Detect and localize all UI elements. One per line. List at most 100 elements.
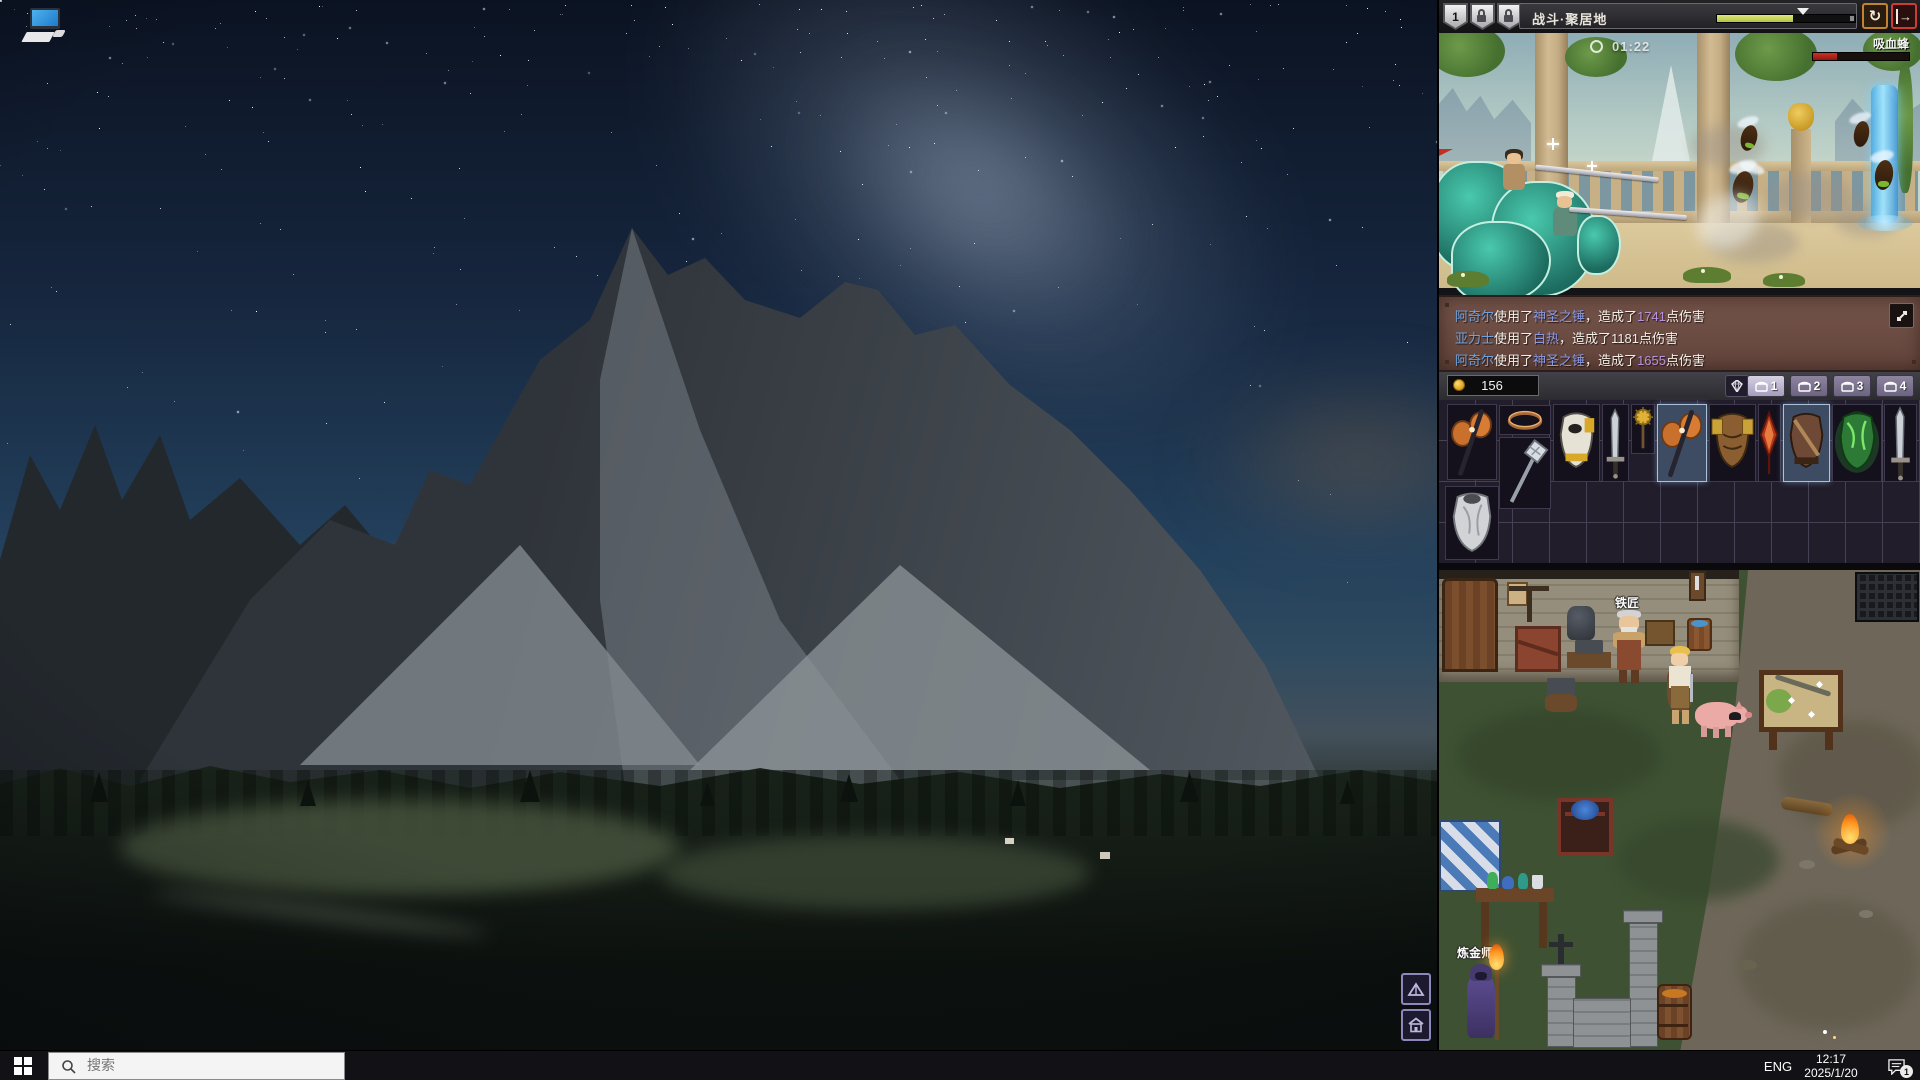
clock-icon: [1590, 40, 1603, 53]
blacksmith-npc[interactable]: [1611, 610, 1647, 684]
potion-bottle-blue: [1502, 876, 1514, 889]
start-button[interactable]: [0, 1051, 46, 1080]
hero-character[interactable]: [1661, 644, 1697, 726]
stage-title-box: 战斗·聚居地: [1519, 3, 1857, 29]
inventory-slot-scepter[interactable]: [1499, 437, 1551, 509]
notification-button[interactable]: 1: [1876, 1051, 1916, 1080]
flower: [1779, 275, 1783, 279]
keyboard: [21, 32, 55, 42]
bag-tab-2[interactable]: 2: [1790, 375, 1828, 397]
corner-ornament: [1912, 360, 1916, 364]
lock-icon[interactable]: [1470, 3, 1495, 30]
farmhouse: [1100, 852, 1110, 859]
inventory-slot-armor-white[interactable]: [1553, 404, 1600, 482]
combat-log-line: 亚力士使用了白热，造成了1181点伤害: [1455, 331, 1679, 346]
search-input[interactable]: [85, 1056, 289, 1074]
stage-title: 战斗·聚居地: [1532, 12, 1608, 27]
table-leg: [1481, 902, 1489, 948]
bag-tab-number: 2: [1813, 379, 1821, 393]
inventory-slot-double-axe[interactable]: [1657, 404, 1707, 482]
bag-icon: [1840, 381, 1854, 392]
notification-badge: 1: [1900, 1065, 1913, 1078]
inventory-slot-double-axe[interactable]: [1447, 404, 1497, 480]
currency-bar: 156 1 2 3 4: [1439, 372, 1920, 401]
stone-wall: [1573, 998, 1631, 1048]
village-scene: 铁匠 炼金师: [1439, 570, 1920, 1050]
anvil-stand: [1545, 694, 1577, 712]
battle-timer: 01:22: [1612, 39, 1651, 54]
quick-button-house[interactable]: [1401, 1009, 1431, 1041]
corner-ornament: [1445, 360, 1449, 364]
ember-sparkle: [1833, 1036, 1836, 1039]
map-board[interactable]: [1759, 670, 1843, 732]
search-box[interactable]: [48, 1052, 345, 1080]
grass-tuft: [1683, 267, 1731, 283]
enemy-name: 吸血蜂: [1872, 37, 1909, 51]
windows-logo-icon: [14, 1057, 32, 1075]
sparkle: [1552, 138, 1554, 150]
water-splash: [1857, 215, 1913, 231]
inventory-slot-armor-green[interactable]: [1832, 404, 1882, 482]
taskbar-clock[interactable]: 12:17 2025/1/20: [1793, 1051, 1869, 1080]
panel-divider: [1439, 563, 1920, 570]
inventory-slot-armor-brown[interactable]: [1709, 404, 1756, 482]
inventory-slot-sword[interactable]: [1602, 404, 1629, 482]
workbench: [1567, 652, 1611, 668]
screen: 1 战斗·聚居地 ↻ → 01:22 吸血蜂 阿奇尔使用了神圣之锤，造成了174…: [0, 0, 1920, 1080]
path-stone: [1739, 960, 1757, 970]
inventory-slot-ring[interactable]: [1499, 405, 1551, 435]
refresh-icon: ↻: [1868, 8, 1882, 25]
bag-tab-4[interactable]: 4: [1876, 375, 1914, 397]
stage-progress-bar[interactable]: [1716, 8, 1856, 23]
gem-button[interactable]: [1725, 375, 1749, 397]
bag-tab-number: 3: [1856, 379, 1864, 393]
refresh-button[interactable]: ↻: [1862, 3, 1888, 29]
sword-icon: [1891, 406, 1910, 481]
pig[interactable]: [1695, 696, 1752, 740]
bag-icon: [1754, 381, 1768, 392]
stone-pillar: [1547, 977, 1576, 1047]
quick-button-tent[interactable]: [1401, 973, 1431, 1005]
gold-counter: 156: [1447, 375, 1539, 396]
wooden-door: [1442, 578, 1498, 672]
stone-pillar-cap: [1541, 964, 1581, 977]
alchemist-label: 炼金师: [1457, 946, 1494, 960]
this-pc-icon[interactable]: [21, 8, 66, 48]
campfire-flame: [1841, 814, 1859, 844]
inventory-slot-sword[interactable]: [1884, 404, 1917, 482]
armor-leather-icon: [1789, 412, 1824, 468]
hero-fighter: [1551, 191, 1579, 241]
combat-log-line: 阿奇尔使用了神圣之锤，造成了1655点伤害: [1455, 353, 1705, 368]
stage-progress-fill: [1717, 15, 1793, 22]
expand-log-button[interactable]: [1889, 303, 1914, 328]
inventory-slot-mace-gold[interactable]: [1631, 404, 1655, 454]
bag-tab-number: 4: [1899, 379, 1907, 393]
ring-icon: [1507, 410, 1543, 430]
exit-button[interactable]: →: [1891, 3, 1917, 29]
bag-tab-1[interactable]: 1: [1747, 375, 1785, 397]
corner-ornament: [1445, 303, 1449, 307]
language-indicator[interactable]: ENG: [1760, 1051, 1796, 1080]
board-leg: [1769, 730, 1777, 750]
combat-log[interactable]: 阿奇尔使用了神圣之锤，造成了1741点伤害 亚力士使用了白热，造成了1181点伤害…: [1439, 295, 1920, 372]
alchemist-npc[interactable]: [1465, 944, 1507, 1046]
barrel[interactable]: [1657, 984, 1692, 1040]
taskbar: X ENG 12:17 2025/1/20 1: [0, 1050, 1920, 1080]
progress-endcap: [1850, 16, 1854, 21]
torch-flame: [1489, 944, 1504, 970]
bag-tab-3[interactable]: 3: [1833, 375, 1871, 397]
hanging-plant: [1439, 33, 1505, 77]
team-badge[interactable]: 1: [1443, 3, 1468, 30]
armor-statue: [1567, 606, 1595, 640]
game-header: 1 战斗·聚居地 ↻ →: [1439, 0, 1920, 34]
bag-icon: [1883, 381, 1897, 392]
side-table: [1645, 620, 1675, 646]
inventory-slot-armor-leather[interactable]: [1783, 404, 1830, 482]
enemy-hp-bar: [1812, 52, 1910, 61]
signpost-arrow: [1695, 576, 1699, 590]
inventory-slot-armor-silver[interactable]: [1445, 486, 1499, 560]
crane-hook: [1527, 586, 1532, 622]
inventory-slot-talisman-red[interactable]: [1758, 404, 1781, 482]
stone-pillar-cap: [1623, 910, 1663, 923]
double-axe-icon: [1660, 409, 1703, 478]
